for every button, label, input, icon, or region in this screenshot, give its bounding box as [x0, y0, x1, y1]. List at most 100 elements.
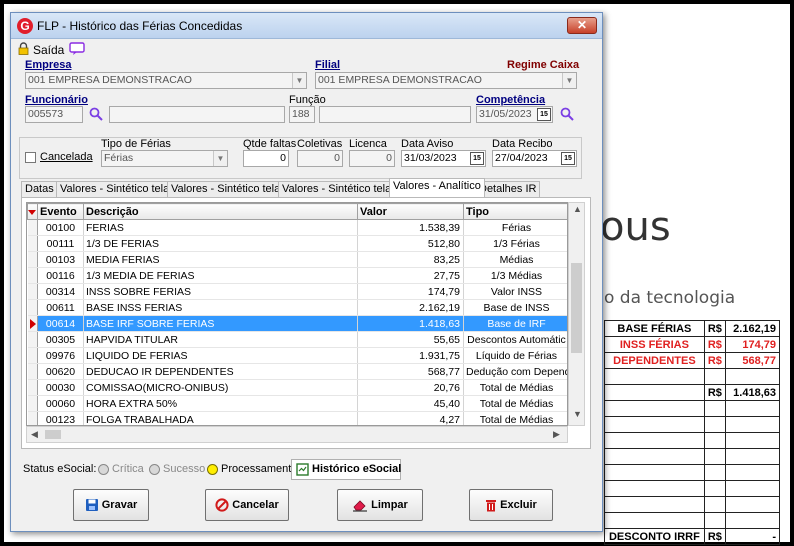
filial-select[interactable]: 001 EMPRESA DEMONSTRACAO ▼: [315, 72, 577, 89]
cell-evento[interactable]: 00620: [37, 363, 84, 380]
cell-descricao[interactable]: BASE IRF SOBRE FERIAS: [83, 315, 358, 332]
col-descricao[interactable]: Descrição: [83, 203, 358, 220]
cell-descricao[interactable]: INSS SOBRE FERIAS: [83, 283, 358, 300]
cell-valor[interactable]: 83,25: [357, 251, 464, 268]
col-evento[interactable]: Evento: [37, 203, 84, 220]
scroll-up-icon[interactable]: ▲: [573, 204, 582, 214]
cell-descricao[interactable]: 1/3 DE FERIAS: [83, 235, 358, 252]
cell-evento[interactable]: 09976: [37, 347, 84, 364]
calendar-icon[interactable]: 15: [470, 152, 484, 165]
calendar-icon[interactable]: 15: [537, 108, 551, 121]
excluir-button[interactable]: Excluir: [469, 489, 553, 521]
cell-tipo[interactable]: Total de Médias: [463, 411, 567, 425]
cell-descricao[interactable]: FERIAS: [83, 219, 358, 236]
chevron-down-icon[interactable]: ▼: [292, 73, 306, 88]
table-row[interactable]: 00116 1/3 MEDIA DE FERIAS 27,75 1/3 Médias: [27, 267, 567, 284]
data-aviso-input[interactable]: 31/03/2023 15: [401, 150, 486, 167]
table-row[interactable]: 00614 BASE IRF SOBRE FERIAS 1.418,63 Base d…: [27, 315, 567, 332]
cell-valor[interactable]: 512,80: [357, 235, 464, 252]
cell-valor[interactable]: 20,76: [357, 379, 464, 396]
cell-tipo[interactable]: Dedução com Depende: [463, 363, 567, 380]
cell-descricao[interactable]: COMISSAO(MICRO-ONIBUS): [83, 379, 358, 396]
row-indicator[interactable]: [27, 315, 38, 332]
row-indicator[interactable]: [27, 283, 38, 300]
cell-valor[interactable]: 568,77: [357, 363, 464, 380]
cell-evento[interactable]: 00611: [37, 299, 84, 316]
cell-descricao[interactable]: HORA EXTRA 50%: [83, 395, 358, 412]
cancelar-button[interactable]: Cancelar: [205, 489, 289, 521]
cell-tipo[interactable]: Total de Médias: [463, 395, 567, 412]
table-row[interactable]: 00030 COMISSAO(MICRO-ONIBUS) 20,76 Total de…: [27, 379, 567, 396]
search-icon[interactable]: [89, 107, 103, 121]
coletivas-input[interactable]: 0: [297, 150, 343, 167]
row-indicator[interactable]: [27, 267, 38, 284]
cell-tipo[interactable]: 1/3 Férias: [463, 235, 567, 252]
cell-tipo[interactable]: Médias: [463, 251, 567, 268]
cell-descricao[interactable]: LIQUIDO DE FERIAS: [83, 347, 358, 364]
grid-vertical-scrollbar[interactable]: ▲ ▼: [568, 202, 585, 426]
cell-tipo[interactable]: Líquido de Férias: [463, 347, 567, 364]
title-bar[interactable]: G FLP - Histórico das Férias Concedidas …: [11, 13, 602, 39]
message-icon[interactable]: [69, 42, 85, 56]
table-row[interactable]: 00111 1/3 DE FERIAS 512,80 1/3 Férias: [27, 235, 567, 252]
cell-evento[interactable]: 00614: [37, 315, 84, 332]
cell-tipo[interactable]: Total de Médias: [463, 379, 567, 396]
tab-sintetico-2[interactable]: Valores - Sintético tela 2: [167, 181, 294, 197]
funcao-code-input[interactable]: 188: [289, 106, 315, 123]
cell-valor[interactable]: 1.418,63: [357, 315, 464, 332]
data-recibo-input[interactable]: 27/04/2023 15: [492, 150, 577, 167]
cell-descricao[interactable]: DEDUCAO IR DEPENDENTES: [83, 363, 358, 380]
row-indicator[interactable]: [27, 251, 38, 268]
qtde-faltas-input[interactable]: 0: [243, 150, 289, 167]
cell-tipo[interactable]: Descontos Automátic: [463, 331, 567, 348]
row-indicator[interactable]: [27, 331, 38, 348]
cell-valor[interactable]: 2.162,19: [357, 299, 464, 316]
cell-descricao[interactable]: 1/3 MEDIA DE FERIAS: [83, 267, 358, 284]
cell-tipo[interactable]: Valor INSS: [463, 283, 567, 300]
cell-valor[interactable]: 45,40: [357, 395, 464, 412]
row-indicator[interactable]: [27, 299, 38, 316]
row-indicator[interactable]: [27, 347, 38, 364]
cell-valor[interactable]: 4,27: [357, 411, 464, 425]
table-row[interactable]: 00103 MEDIA FERIAS 83,25 Médias: [27, 251, 567, 268]
cell-evento[interactable]: 00060: [37, 395, 84, 412]
historico-esocial-button[interactable]: Histórico eSocial: [291, 459, 401, 480]
cell-descricao[interactable]: BASE INSS FERIAS: [83, 299, 358, 316]
cell-valor[interactable]: 174,79: [357, 283, 464, 300]
gravar-button[interactable]: Gravar: [73, 489, 149, 521]
cell-evento[interactable]: 00103: [37, 251, 84, 268]
funcao-desc-input[interactable]: [319, 106, 471, 123]
chevron-down-icon[interactable]: ▼: [562, 73, 576, 88]
cell-evento[interactable]: 00305: [37, 331, 84, 348]
events-grid[interactable]: Evento Descrição Valor Tipo 00100 FERIAS 1…: [26, 202, 568, 426]
cell-descricao[interactable]: FOLGA TRABALHADA: [83, 411, 358, 425]
cell-evento[interactable]: 00314: [37, 283, 84, 300]
grid-horizontal-scrollbar[interactable]: ◀ ▶: [26, 426, 568, 443]
scroll-left-icon[interactable]: ◀: [31, 429, 38, 440]
cell-valor[interactable]: 55,65: [357, 331, 464, 348]
row-indicator[interactable]: [27, 235, 38, 252]
cell-tipo[interactable]: 1/3 Médias: [463, 267, 567, 284]
search-icon[interactable]: [560, 107, 574, 121]
cell-evento[interactable]: 00100: [37, 219, 84, 236]
scroll-thumb[interactable]: [571, 263, 582, 353]
cell-tipo[interactable]: Base de IRF: [463, 315, 567, 332]
exit-button[interactable]: Saída: [33, 43, 64, 57]
table-row[interactable]: 00100 FERIAS 1.538,39 Férias: [27, 219, 567, 236]
chevron-down-icon[interactable]: ▼: [213, 151, 227, 166]
scroll-down-icon[interactable]: ▼: [573, 409, 582, 419]
empresa-select[interactable]: 001 EMPRESA DEMONSTRACAO ▼: [25, 72, 307, 89]
row-indicator[interactable]: [27, 411, 38, 425]
cell-valor[interactable]: 1.931,75: [357, 347, 464, 364]
calendar-icon[interactable]: 15: [561, 152, 575, 165]
table-row[interactable]: 00305 HAPVIDA TITULAR 55,65 Descontos Autom…: [27, 331, 567, 348]
cell-descricao[interactable]: MEDIA FERIAS: [83, 251, 358, 268]
table-row[interactable]: 09976 LIQUIDO DE FERIAS 1.931,75 Líquido de…: [27, 347, 567, 364]
table-row[interactable]: 00060 HORA EXTRA 50% 45,40 Total de Médias: [27, 395, 567, 412]
scroll-right-icon[interactable]: ▶: [553, 429, 560, 440]
cell-descricao[interactable]: HAPVIDA TITULAR: [83, 331, 358, 348]
tab-datas[interactable]: Datas: [21, 181, 58, 197]
close-button[interactable]: ✕: [567, 17, 597, 34]
competencia-date-input[interactable]: 31/05/2023 15: [476, 106, 553, 123]
tab-sintetico-1[interactable]: Valores - Sintético tela 1: [56, 181, 183, 197]
